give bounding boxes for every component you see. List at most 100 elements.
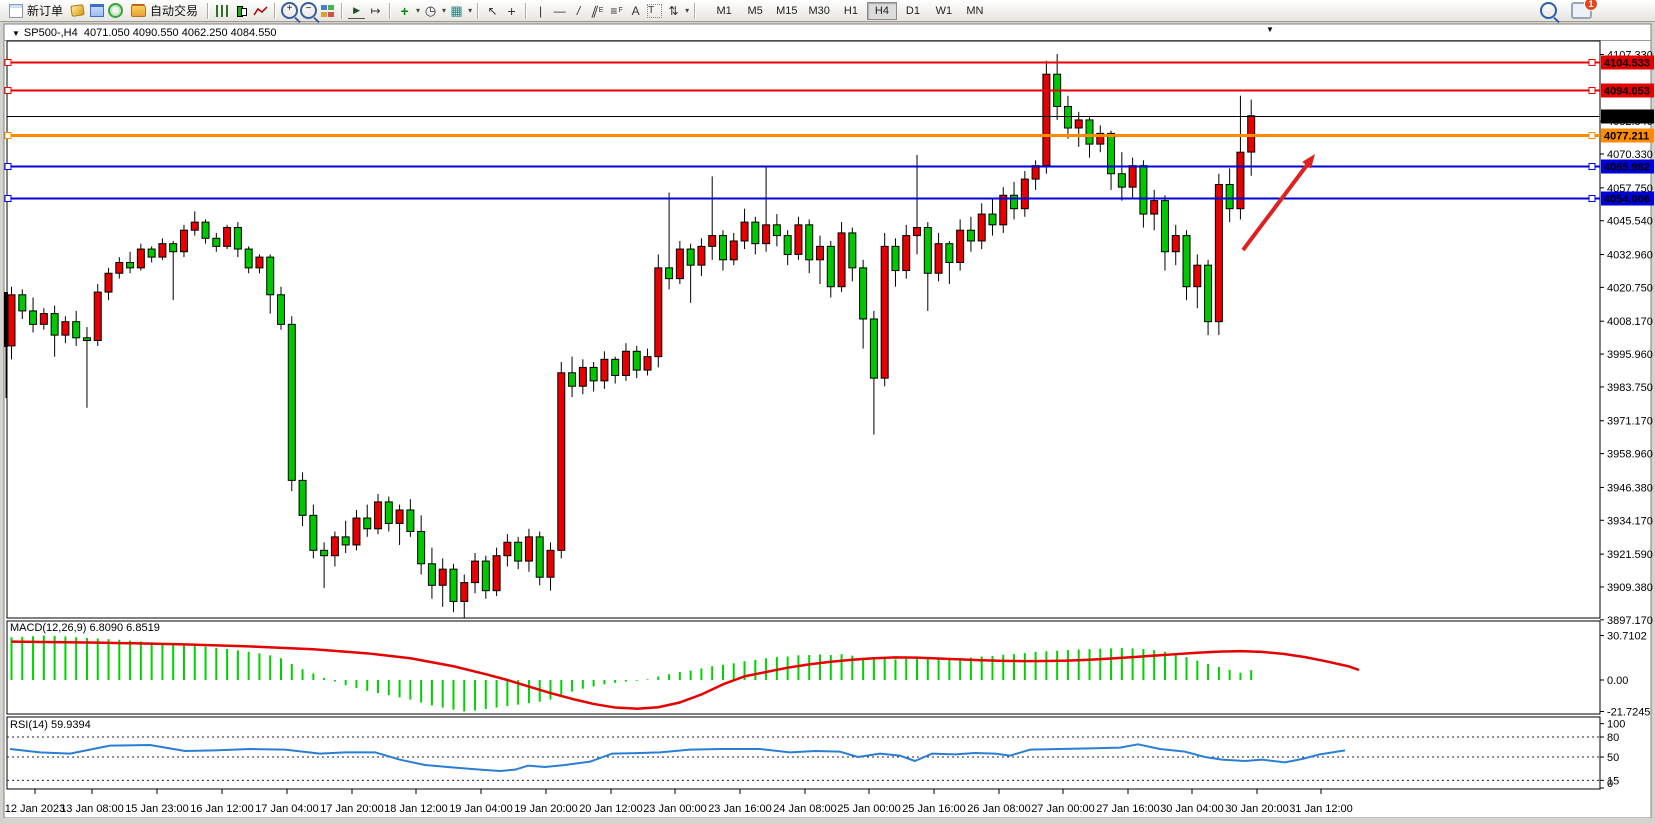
window-menu-caret-icon[interactable]: ▼	[1266, 25, 1274, 34]
macd-pane[interactable]	[7, 621, 1600, 714]
svg-text:30 Jan 04:00: 30 Jan 04:00	[1160, 803, 1224, 815]
price-pane[interactable]	[7, 41, 1600, 618]
svg-text:4070.330: 4070.330	[1607, 149, 1653, 161]
svg-text:3934.170: 3934.170	[1607, 515, 1653, 527]
vertical-line-icon[interactable]: |	[532, 3, 549, 19]
svg-text:12 Jan 2023: 12 Jan 2023	[5, 803, 66, 815]
timeframe-d1-button[interactable]: D1	[898, 2, 928, 20]
trendline-icon[interactable]: /	[570, 3, 587, 19]
svg-text:80: 80	[1607, 732, 1619, 744]
svg-text:23 Jan 16:00: 23 Jan 16:00	[708, 803, 772, 815]
svg-text:0: 0	[1607, 778, 1613, 790]
arrows-icon[interactable]: ⇅	[665, 3, 682, 19]
separator	[389, 3, 391, 19]
pane-borders	[7, 41, 1600, 789]
chevron-down-icon[interactable]: ▾	[468, 6, 472, 15]
svg-text:27 Jan 16:00: 27 Jan 16:00	[1096, 803, 1160, 815]
svg-text:3909.380: 3909.380	[1607, 582, 1653, 594]
svg-text:26 Jan 08:00: 26 Jan 08:00	[967, 803, 1031, 815]
svg-text:31 Jan 12:00: 31 Jan 12:00	[1289, 803, 1353, 815]
svg-text:4032.960: 4032.960	[1607, 250, 1653, 262]
svg-text:4008.170: 4008.170	[1607, 316, 1653, 328]
svg-text:4045.540: 4045.540	[1607, 216, 1653, 228]
periods-clock-icon[interactable]: ◷	[422, 3, 439, 19]
timeframe-h1-button[interactable]: H1	[836, 2, 866, 20]
svg-text:100: 100	[1607, 719, 1625, 731]
svg-text:50: 50	[1607, 752, 1619, 764]
auto-trading-icon	[131, 5, 146, 17]
timeframe-mn-button[interactable]: MN	[960, 2, 990, 20]
timeframe-m5-button[interactable]: M5	[740, 2, 770, 20]
crosshair-icon[interactable]: +	[503, 3, 520, 19]
svg-text:-21.7245: -21.7245	[1607, 707, 1650, 719]
chart-ohlc-values: 4071.050 4090.550 4062.250 4084.550	[84, 27, 277, 39]
chevron-down-icon[interactable]: ▾	[442, 6, 446, 15]
svg-text:16 Jan 12:00: 16 Jan 12:00	[190, 803, 254, 815]
separator	[207, 3, 209, 19]
svg-text:30 Jan 20:00: 30 Jan 20:00	[1225, 803, 1289, 815]
collapse-triangle-icon[interactable]: ▼	[12, 29, 20, 38]
notifications-icon[interactable]: 1	[1571, 2, 1592, 19]
svg-text:19 Jan 20:00: 19 Jan 20:00	[514, 803, 578, 815]
svg-text:25 Jan 16:00: 25 Jan 16:00	[902, 803, 966, 815]
separator	[694, 3, 696, 19]
svg-text:20 Jan 12:00: 20 Jan 12:00	[579, 803, 643, 815]
svg-text:3946.380: 3946.380	[1607, 482, 1653, 494]
svg-text:27 Jan 00:00: 27 Jan 00:00	[1031, 803, 1095, 815]
partial-candle	[4, 292, 8, 347]
svg-text:18 Jan 12:00: 18 Jan 12:00	[384, 803, 448, 815]
chart-shift-icon[interactable]: ↦	[367, 3, 384, 19]
horizontal-line-icon[interactable]: —	[551, 3, 568, 19]
svg-text:4104.533: 4104.533	[1604, 58, 1650, 70]
search-icon[interactable]	[1540, 2, 1557, 19]
svg-text:3983.750: 3983.750	[1607, 382, 1653, 394]
chevron-down-icon[interactable]: ▾	[685, 6, 689, 15]
toolbar: 新订单 自动交易 + − ▶ ↦ +▾ ◷▾ ▦▾ ↖ + | — / ∥E ≡…	[0, 0, 1655, 22]
templates-icon[interactable]: ▦	[448, 3, 465, 19]
fibonacci-icon[interactable]: ≡F	[608, 3, 625, 19]
timeframe-m15-button[interactable]: M15	[771, 2, 802, 20]
svg-text:4020.750: 4020.750	[1607, 282, 1653, 294]
chart-canvas[interactable]: 4107.3304082.5404070.3304057.7504045.540…	[0, 0, 1655, 824]
auto-trading-label: 自动交易	[150, 2, 198, 19]
chevron-down-icon[interactable]: ▾	[416, 6, 420, 15]
cursor-icon[interactable]: ↖	[484, 3, 501, 19]
new-order-icon	[9, 4, 23, 18]
svg-text:4084.550: 4084.550	[1604, 112, 1650, 124]
tile-windows-icon[interactable]	[319, 3, 336, 19]
channel-icon[interactable]: ∥E	[589, 3, 606, 19]
signals-icon[interactable]	[107, 3, 124, 19]
separator	[341, 3, 343, 19]
text-label-icon[interactable]: T	[646, 3, 663, 19]
zoom-out-icon[interactable]: −	[300, 3, 317, 19]
svg-text:3971.170: 3971.170	[1607, 416, 1653, 428]
line-chart-icon[interactable]	[252, 3, 269, 19]
timeframe-group: M1M5M15M30H1H4D1W1MN	[709, 2, 990, 20]
timeframe-m30-button[interactable]: M30	[804, 2, 835, 20]
svg-text:3958.960: 3958.960	[1607, 449, 1653, 461]
auto-scroll-icon[interactable]: ▶	[348, 2, 365, 19]
svg-text:3897.170: 3897.170	[1607, 615, 1653, 627]
add-indicator-icon[interactable]: +	[396, 3, 413, 19]
svg-text:3921.590: 3921.590	[1607, 549, 1653, 561]
text-icon[interactable]: A	[627, 3, 644, 19]
svg-text:19 Jan 04:00: 19 Jan 04:00	[449, 803, 513, 815]
new-order-button[interactable]: 新订单	[3, 2, 67, 20]
chart-title: ▼ SP500-,H4 4071.050 4090.550 4062.250 40…	[12, 27, 277, 39]
chart-window-icon[interactable]	[69, 3, 86, 19]
macd-indicator-label: MACD(12,26,9) 6.8090 6.8519	[10, 622, 160, 634]
timeframe-h4-button[interactable]: H4	[867, 2, 897, 20]
timeframe-m1-button[interactable]: M1	[709, 2, 739, 20]
chart-symbol-period: SP500-,H4	[24, 27, 78, 39]
svg-text:4054.006: 4054.006	[1604, 194, 1650, 206]
rsi-indicator-label: RSI(14) 59.9394	[10, 719, 91, 731]
auto-trading-button[interactable]: 自动交易	[126, 2, 202, 20]
market-watch-icon[interactable]	[88, 3, 105, 19]
rsi-pane[interactable]	[7, 717, 1600, 789]
svg-text:30.7102: 30.7102	[1607, 630, 1647, 642]
separator	[274, 3, 276, 19]
bar-chart-icon[interactable]	[214, 3, 231, 19]
zoom-in-icon[interactable]: +	[281, 3, 298, 19]
timeframe-w1-button[interactable]: W1	[929, 2, 959, 20]
candlestick-chart-icon[interactable]	[233, 3, 250, 19]
